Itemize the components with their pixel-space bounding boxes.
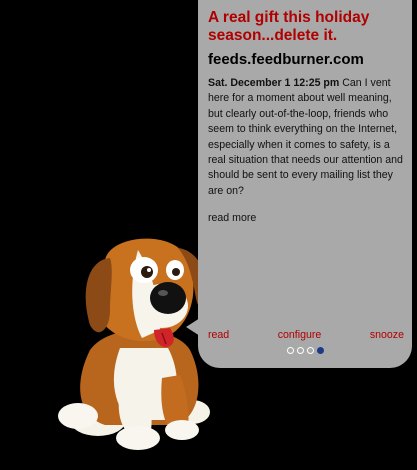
beagle-mascot-icon xyxy=(58,238,210,450)
post-body: Can I vent here for a moment about well … xyxy=(208,77,403,197)
page-indicator xyxy=(287,347,324,354)
configure-button[interactable]: configure xyxy=(278,329,322,341)
post-date: Sat. December 1 12:25 pm xyxy=(208,77,340,89)
read-button[interactable]: read xyxy=(208,329,229,341)
feed-bubble: A real gift this holiday season...delete… xyxy=(198,0,412,368)
page-dot-4[interactable] xyxy=(317,347,324,354)
snooze-button[interactable]: snooze xyxy=(370,329,404,341)
feed-excerpt: Sat. December 1 12:25 pm Can I vent here… xyxy=(208,76,404,199)
page-dot-1[interactable] xyxy=(287,347,294,354)
feed-source: feeds.feedburner.com xyxy=(208,51,364,68)
action-bar: read configure snooze xyxy=(208,329,404,341)
read-more-link[interactable]: read more xyxy=(208,212,256,224)
page-dot-3[interactable] xyxy=(307,347,314,354)
page-dot-2[interactable] xyxy=(297,347,304,354)
feed-headline[interactable]: A real gift this holiday season...delete… xyxy=(208,8,404,45)
